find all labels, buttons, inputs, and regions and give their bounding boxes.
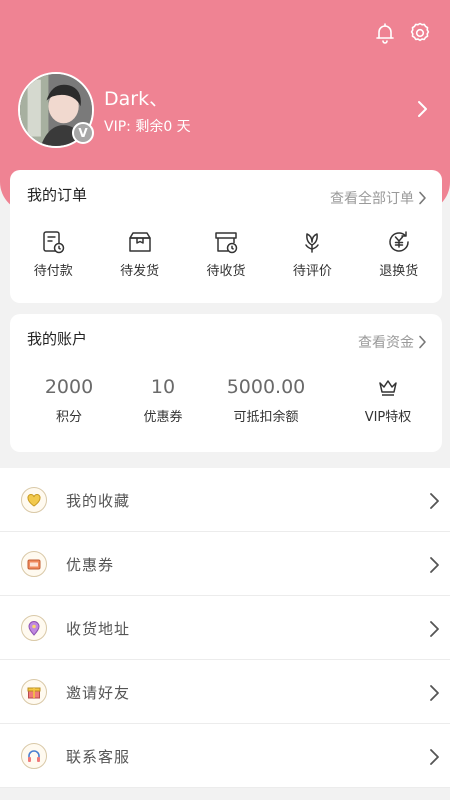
bell-icon[interactable] [372, 20, 398, 46]
vip-remaining: VIP: 剩余0 天 [104, 119, 191, 135]
location-icon [21, 615, 47, 641]
menu-favorites[interactable]: 我的收藏 [0, 468, 450, 532]
chevron-right-icon [430, 493, 439, 509]
coupons-stat[interactable]: 10 优惠券 [128, 374, 198, 425]
view-all-orders-link[interactable]: 查看全部订单 [330, 188, 414, 208]
view-funds-link[interactable]: 查看资金 [358, 332, 414, 352]
points-value: 2000 [44, 376, 94, 398]
menu-customer-service[interactable]: 联系客服 [0, 724, 450, 788]
menu-list: 我的收藏 优惠券 收货地址 邀请好友 联系客服 [0, 468, 450, 788]
order-pending-payment[interactable]: 待付款 [10, 228, 96, 279]
chevron-right-icon [430, 621, 439, 637]
pending-receipt-icon [212, 228, 240, 256]
balance-label: 可抵扣余额 [233, 410, 299, 425]
vip-privilege-label: VIP特权 [364, 410, 412, 425]
crown-icon [379, 380, 397, 396]
order-pending-receipt[interactable]: 待收货 [183, 228, 269, 279]
points-label: 积分 [55, 410, 82, 425]
balance-value: 5000.00 [226, 376, 306, 398]
chevron-right-icon [430, 749, 439, 765]
pending-shipment-icon [126, 228, 154, 256]
vip-privilege[interactable]: VIP特权 [334, 374, 442, 425]
headset-icon [21, 743, 47, 769]
coupon-icon [21, 551, 47, 577]
chevron-right-icon [430, 685, 439, 701]
chevron-right-icon [430, 557, 439, 573]
pending-payment-icon [39, 228, 67, 256]
order-status-row: 待付款 待发货 待收货 待评价 退换货 [10, 228, 442, 279]
menu-coupons[interactable]: 优惠券 [0, 532, 450, 596]
vip-badge: V [72, 122, 94, 144]
pending-review-icon [298, 228, 326, 256]
order-refund[interactable]: 退换货 [356, 228, 442, 279]
username: Dark、 [104, 88, 169, 110]
orders-title: 我的订单 [27, 186, 88, 204]
account-card: 我的账户 查看资金 2000 积分 10 优惠券 5000.00 可抵扣余额 V… [10, 314, 442, 452]
order-pending-review[interactable]: 待评价 [269, 228, 355, 279]
menu-address[interactable]: 收货地址 [0, 596, 450, 660]
account-stats-row: 2000 积分 10 优惠券 5000.00 可抵扣余额 VIP特权 [10, 374, 442, 425]
chevron-right-icon[interactable] [414, 98, 430, 120]
gift-icon [21, 679, 47, 705]
orders-card: 我的订单 查看全部订单 待付款 待发货 待收货 待评价 退换货 [10, 170, 442, 303]
balance-stat[interactable]: 5000.00 可抵扣余额 [198, 374, 334, 425]
coupons-value: 10 [150, 376, 176, 398]
heart-icon [21, 487, 47, 513]
coupons-label: 优惠券 [143, 410, 183, 425]
order-pending-shipment[interactable]: 待发货 [96, 228, 182, 279]
points-stat[interactable]: 2000 积分 [10, 374, 128, 425]
menu-invite-friends[interactable]: 邀请好友 [0, 660, 450, 724]
account-title: 我的账户 [27, 330, 88, 348]
chevron-right-icon[interactable] [418, 191, 427, 205]
refund-icon [385, 228, 413, 256]
gear-icon[interactable] [407, 20, 433, 46]
chevron-right-icon[interactable] [418, 335, 427, 349]
